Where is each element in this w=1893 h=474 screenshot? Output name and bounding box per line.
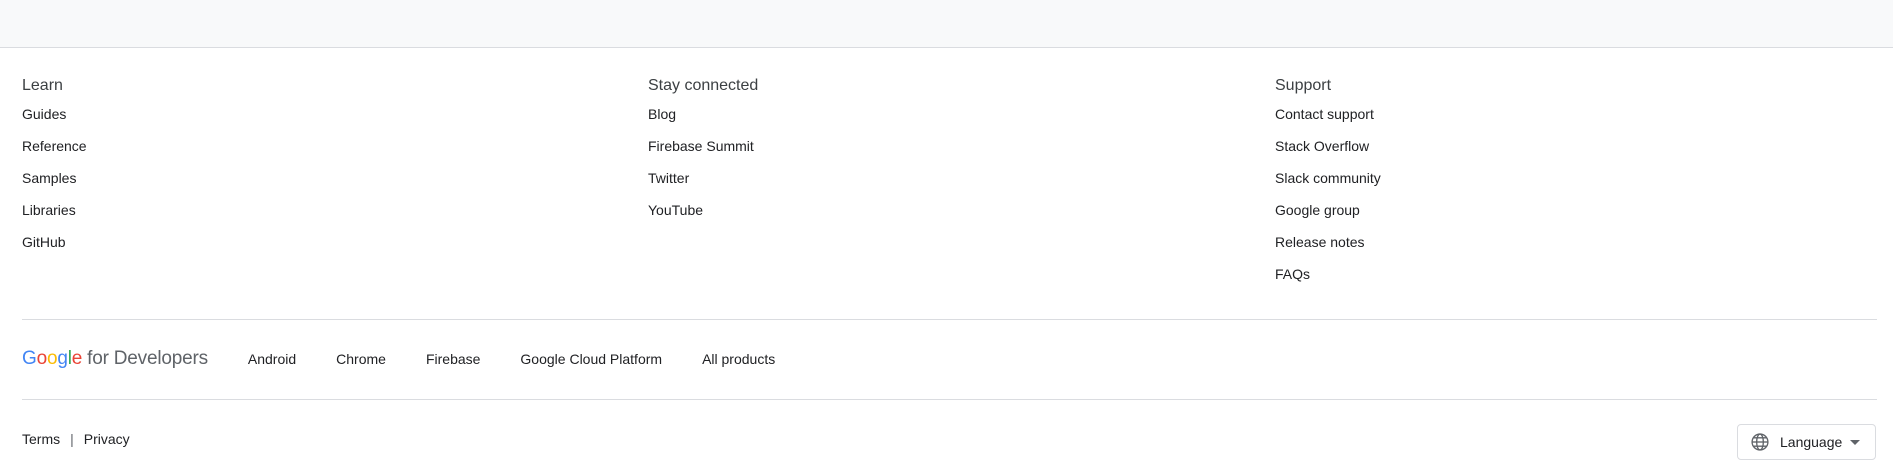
logo-text: for Developers: [87, 348, 208, 369]
link-label: Slack community: [1275, 170, 1381, 186]
link-label: Firebase Summit: [648, 138, 754, 154]
legal-separator: |: [70, 431, 74, 447]
link-label: Samples: [22, 170, 77, 186]
link-label: Blog: [648, 106, 677, 122]
brand-row: Google for Developers Android Chrome Fir…: [22, 344, 775, 374]
footer-link-samples[interactable]: Samples: [22, 170, 87, 202]
product-links: Android Chrome Firebase Google Cloud Pla…: [248, 351, 775, 367]
product-link-android[interactable]: Android: [248, 351, 296, 367]
divider-bottom: [22, 399, 1877, 400]
logo-letter: g: [57, 348, 68, 369]
language-label: Language: [1780, 434, 1843, 450]
footer-link-release-notes[interactable]: Release notes: [1275, 234, 1381, 266]
footer-link-firebase-summit[interactable]: Firebase Summit: [648, 138, 758, 170]
footer-link-faqs[interactable]: FAQs: [1275, 266, 1381, 298]
link-label: Release notes: [1275, 234, 1365, 250]
logo-letter: G: [22, 348, 37, 369]
product-link-firebase[interactable]: Firebase: [426, 351, 480, 367]
legal-links: Terms | Privacy: [22, 431, 130, 447]
caret-down-icon: [1850, 439, 1861, 445]
link-label: Reference: [22, 138, 87, 154]
product-link-all-products[interactable]: All products: [702, 351, 775, 367]
terms-link[interactable]: Terms: [22, 431, 60, 447]
footer-link-google-group[interactable]: Google group: [1275, 202, 1381, 234]
footer-column-learn: Learn Guides Reference Samples Libraries…: [22, 75, 87, 266]
link-label: Google group: [1275, 202, 1360, 218]
link-label: FAQs: [1275, 266, 1311, 282]
link-label: YouTube: [648, 202, 704, 218]
google-for-developers-logo[interactable]: Google for Developers: [22, 348, 208, 370]
footer-column-support: Support Contact support Stack Overflow S…: [1275, 75, 1381, 298]
divider-top: [22, 319, 1877, 320]
product-link-google-cloud-platform[interactable]: Google Cloud Platform: [520, 351, 662, 367]
footer-link-stack-overflow[interactable]: Stack Overflow: [1275, 138, 1381, 170]
column-title: Learn: [22, 77, 63, 94]
footer-link-libraries[interactable]: Libraries: [22, 202, 87, 234]
link-label: Libraries: [22, 202, 76, 218]
privacy-link[interactable]: Privacy: [84, 431, 130, 447]
footer-link-guides[interactable]: Guides: [22, 106, 87, 138]
logo-letter: e: [71, 348, 83, 369]
link-label: Twitter: [648, 170, 690, 186]
globe-icon: [1750, 432, 1770, 452]
footer-column-stay-connected: Stay connected Blog Firebase Summit Twit…: [648, 75, 758, 234]
logo-letter: o: [46, 348, 58, 369]
language-selector-button[interactable]: Language: [1737, 424, 1876, 460]
footer-link-twitter[interactable]: Twitter: [648, 170, 758, 202]
footer-link-contact-support[interactable]: Contact support: [1275, 106, 1381, 138]
link-label: GitHub: [22, 234, 66, 250]
link-label: Guides: [22, 106, 67, 122]
column-title: Support: [1275, 77, 1332, 94]
footer-link-youtube[interactable]: YouTube: [648, 202, 758, 234]
footer-link-reference[interactable]: Reference: [22, 138, 87, 170]
logo-letter: o: [36, 348, 48, 369]
footer-link-blog[interactable]: Blog: [648, 106, 758, 138]
column-title: Stay connected: [648, 77, 759, 94]
top-band: [0, 0, 1893, 48]
link-label: Stack Overflow: [1275, 138, 1370, 154]
product-link-chrome[interactable]: Chrome: [336, 351, 386, 367]
link-label: Contact support: [1275, 106, 1374, 122]
footer-link-github[interactable]: GitHub: [22, 234, 87, 266]
footer-link-slack-community[interactable]: Slack community: [1275, 170, 1381, 202]
